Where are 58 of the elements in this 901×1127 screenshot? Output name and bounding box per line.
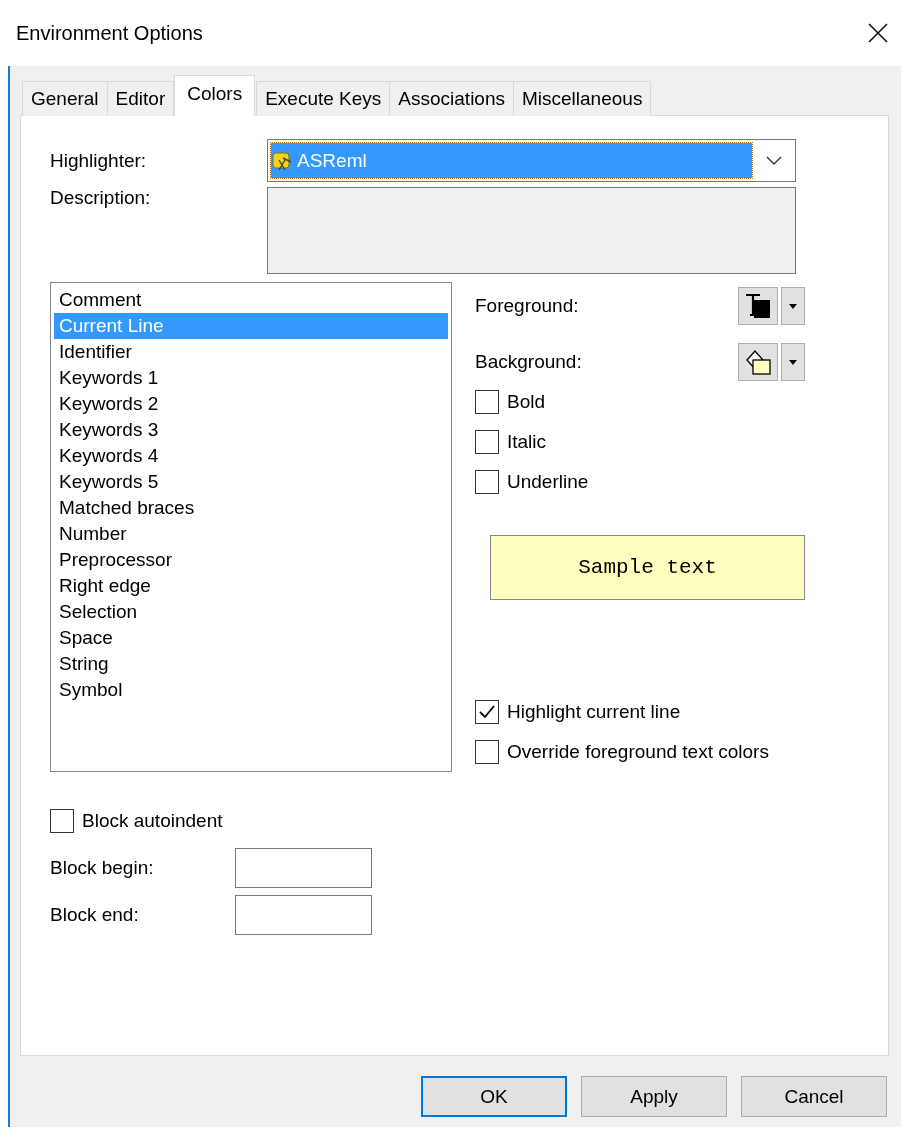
chevron-down-icon xyxy=(766,155,782,166)
text-color-icon xyxy=(744,292,772,320)
dialog-button[interactable]: Cancel xyxy=(741,1076,887,1117)
checkbox[interactable] xyxy=(475,740,499,764)
close-icon[interactable] xyxy=(867,22,889,44)
list-item[interactable]: Keywords 5 xyxy=(54,469,448,495)
list-item[interactable]: Keywords 3 xyxy=(54,417,448,443)
caret-icon xyxy=(789,359,797,365)
window-title: Environment Options xyxy=(16,21,203,45)
checkbox-label: Underline xyxy=(507,471,589,493)
checkbox[interactable] xyxy=(475,470,499,494)
checkbox[interactable] xyxy=(475,430,499,454)
list-item[interactable]: Keywords 2 xyxy=(54,391,448,417)
list-item[interactable]: Number xyxy=(54,521,448,547)
tab[interactable]: Miscellaneous xyxy=(513,81,652,116)
description-field[interactable] xyxy=(267,187,796,274)
description-label: Description: xyxy=(50,187,152,209)
highlighter-value: ASReml xyxy=(297,149,367,172)
input-field[interactable] xyxy=(235,848,372,888)
tab[interactable]: Execute Keys xyxy=(256,81,391,116)
list-item[interactable]: Space xyxy=(54,625,448,651)
checkbox-label: Block autoindent xyxy=(82,810,223,832)
list-item[interactable]: Preprocessor xyxy=(54,547,448,573)
checkbox[interactable] xyxy=(475,700,499,724)
checkbox[interactable] xyxy=(475,390,499,414)
sample-text-preview: Sample text xyxy=(490,535,805,600)
checkbox-label: Italic xyxy=(507,431,547,453)
background-color-button[interactable] xyxy=(738,343,778,381)
tab[interactable]: Colors xyxy=(174,75,256,116)
list-item[interactable]: Identifier xyxy=(54,339,448,365)
tab[interactable]: Editor xyxy=(106,81,175,116)
tab[interactable]: Associations xyxy=(389,81,514,116)
caret-icon xyxy=(789,303,797,309)
background-dropdown-button[interactable] xyxy=(781,343,805,381)
list-item[interactable]: Right edge xyxy=(54,573,448,599)
list-item[interactable]: String xyxy=(54,651,448,677)
dialog-button[interactable]: OK xyxy=(421,1076,567,1117)
list-item[interactable]: Comment xyxy=(54,287,448,313)
highlighter-label: Highlighter: xyxy=(50,149,148,173)
background-label: Background: xyxy=(475,351,582,373)
checkbox-label: Bold xyxy=(507,391,546,413)
list-item[interactable]: Keywords 4 xyxy=(54,443,448,469)
foreground-color-button[interactable] xyxy=(738,287,778,325)
checkbox-label: Override foreground text colors xyxy=(507,741,769,763)
list-item[interactable]: Keywords 1 xyxy=(54,365,448,391)
field-label: Block end: xyxy=(50,904,140,926)
list-item[interactable]: Matched braces xyxy=(54,495,448,521)
checkbox-label: Highlight current line xyxy=(507,701,681,723)
list-item[interactable]: Selection xyxy=(54,599,448,625)
field-label: Block begin: xyxy=(50,857,155,879)
dialog-button[interactable]: Apply xyxy=(581,1076,727,1117)
foreground-dropdown-button[interactable] xyxy=(781,287,805,325)
paint-bucket-icon xyxy=(744,348,772,376)
input-field[interactable] xyxy=(235,895,372,935)
checkbox[interactable] xyxy=(50,809,74,833)
foreground-label: Foreground: xyxy=(475,295,579,317)
tab[interactable]: General xyxy=(22,81,108,116)
list-item[interactable]: Symbol xyxy=(54,677,448,703)
